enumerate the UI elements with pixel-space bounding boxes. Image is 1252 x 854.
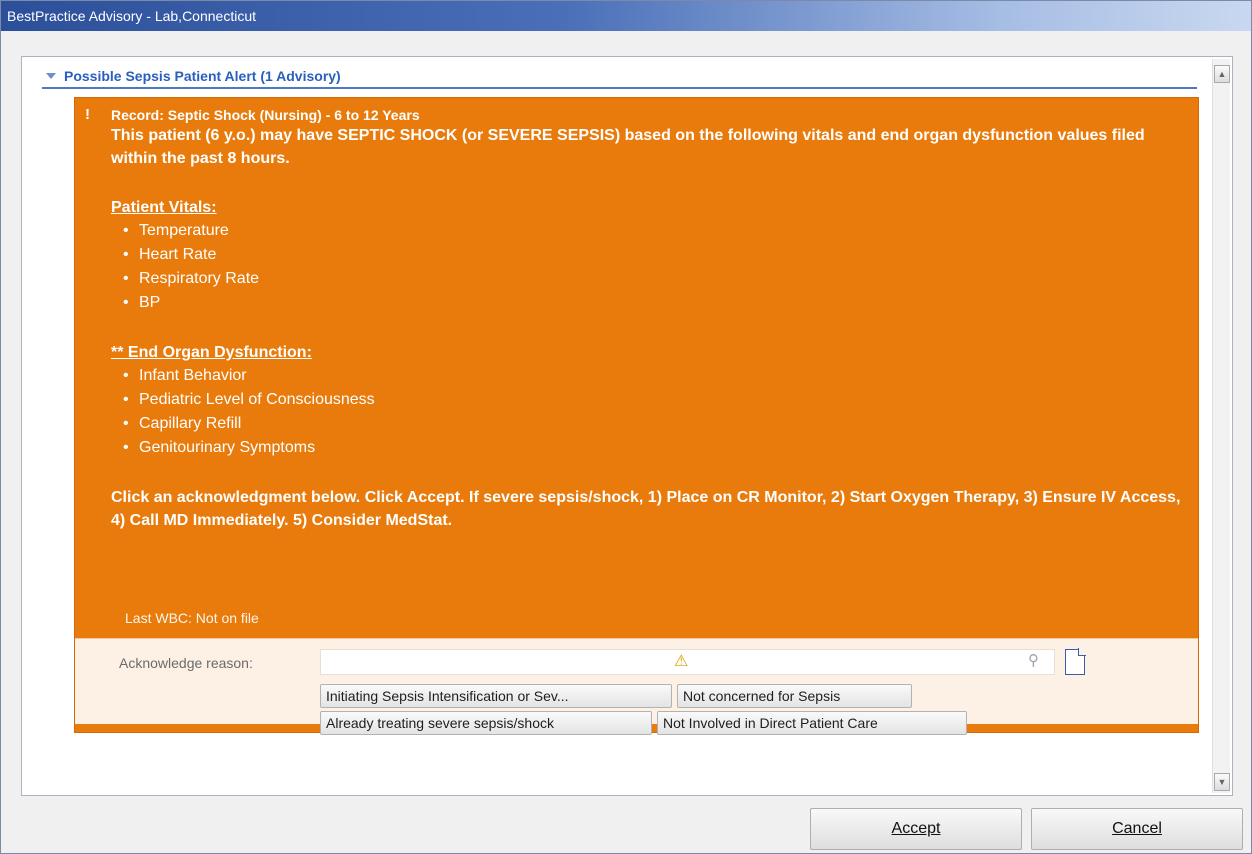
list-item: Pediatric Level of Consciousness xyxy=(121,388,1198,412)
advisory-window: BestPractice Advisory - Lab,Connecticut … xyxy=(0,0,1252,854)
cancel-button[interactable]: Cancel xyxy=(1031,808,1243,850)
list-item: Respiratory Rate xyxy=(121,267,1198,291)
organ-dysfunction-list: Infant Behavior Pediatric Level of Consc… xyxy=(121,364,1198,460)
reason-not-concerned-button[interactable]: Not concerned for Sepsis xyxy=(677,684,912,708)
list-item: Heart Rate xyxy=(121,243,1198,267)
section-header[interactable]: Possible Sepsis Patient Alert (1 Advisor… xyxy=(42,65,1197,89)
scroll-up-arrow-icon[interactable]: ▲ xyxy=(1214,65,1230,83)
collapse-triangle-icon[interactable] xyxy=(46,73,56,79)
window-title-bar: BestPractice Advisory - Lab,Connecticut xyxy=(1,1,1251,31)
advisory-content-pane: Possible Sepsis Patient Alert (1 Advisor… xyxy=(21,56,1233,796)
vitals-list: Temperature Heart Rate Respiratory Rate … xyxy=(121,219,1198,315)
list-item: BP xyxy=(121,291,1198,315)
vitals-heading: Patient Vitals: xyxy=(111,199,217,216)
list-item: Capillary Refill xyxy=(121,412,1198,436)
reason-initiating-sepsis-button[interactable]: Initiating Sepsis Intensification or Sev… xyxy=(320,684,672,708)
record-title: Record: Septic Shock (Nursing) - 6 to 12… xyxy=(111,107,420,123)
list-item: Temperature xyxy=(121,219,1198,243)
list-item: Infant Behavior xyxy=(121,364,1198,388)
vertical-scrollbar[interactable]: ▲ ▼ xyxy=(1212,59,1230,793)
document-icon[interactable] xyxy=(1065,648,1086,675)
organ-dysfunction-heading: ** End Organ Dysfunction: xyxy=(111,344,312,361)
accept-button[interactable]: Accept xyxy=(810,808,1022,850)
scroll-down-arrow-icon[interactable]: ▼ xyxy=(1214,773,1230,791)
instructions-text: Click an acknowledgment below. Click Acc… xyxy=(111,489,1181,529)
exclamation-icon: ! xyxy=(85,106,90,123)
warning-triangle-icon: ⚠ xyxy=(674,653,689,670)
section-header-label: Possible Sepsis Patient Alert (1 Advisor… xyxy=(64,68,341,84)
search-icon[interactable]: ⚲ xyxy=(1028,651,1039,669)
last-wbc-text: Last WBC: Not on file xyxy=(125,610,259,626)
advisory-description: This patient (6 y.o.) may have SEPTIC SH… xyxy=(111,127,1145,167)
list-item: Genitourinary Symptoms xyxy=(121,436,1198,460)
reason-not-involved-button[interactable]: Not Involved in Direct Patient Care xyxy=(657,711,967,735)
advisory-panel: ! Record: Septic Shock (Nursing) - 6 to … xyxy=(74,97,1199,735)
reason-already-treating-button[interactable]: Already treating severe sepsis/shock xyxy=(320,711,652,735)
acknowledge-panel: Acknowledge reason: ⚠ ⚲ Initiating Sepsi… xyxy=(75,638,1198,735)
acknowledge-reason-label: Acknowledge reason: xyxy=(119,655,253,671)
